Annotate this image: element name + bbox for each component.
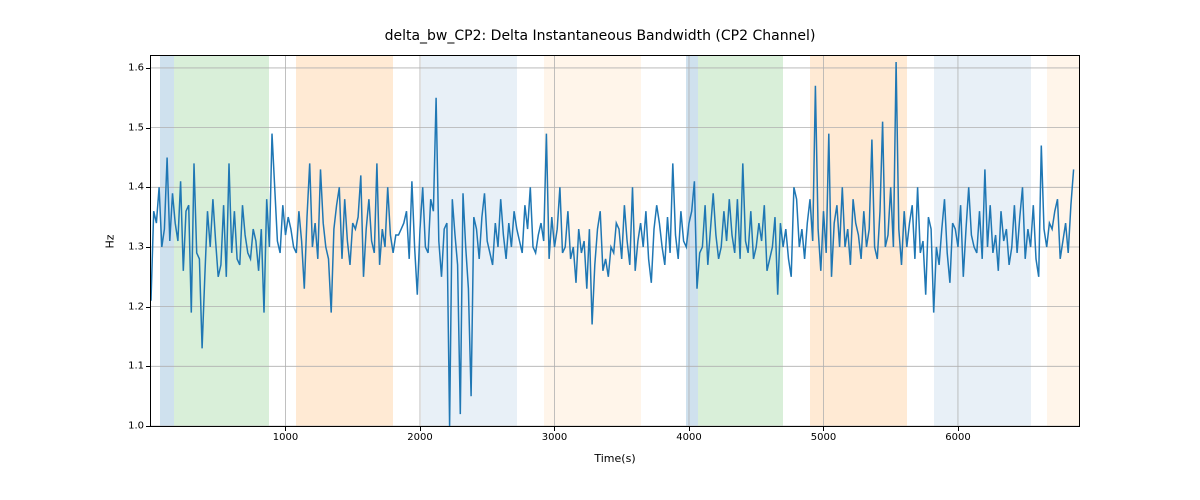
x-tick-label: 3000 — [542, 432, 567, 443]
y-tick-label: 1.2 — [104, 301, 144, 312]
plot-svg — [151, 56, 1079, 426]
y-tick-label: 1.3 — [104, 241, 144, 252]
x-tick-label: 1000 — [273, 432, 298, 443]
x-tick-label: 4000 — [676, 432, 701, 443]
y-tick-label: 1.6 — [104, 62, 144, 73]
y-tick-label: 1.1 — [104, 361, 144, 372]
y-tick-label: 1.0 — [104, 421, 144, 432]
y-tick-label: 1.5 — [104, 122, 144, 133]
chart-title: delta_bw_CP2: Delta Instantaneous Bandwi… — [0, 28, 1200, 44]
y-tick-label: 1.4 — [104, 182, 144, 193]
x-axis-label: Time(s) — [150, 452, 1080, 465]
data-series-line — [151, 62, 1074, 426]
figure: delta_bw_CP2: Delta Instantaneous Bandwi… — [0, 0, 1200, 500]
x-tick-label: 2000 — [407, 432, 432, 443]
x-tick-label: 6000 — [945, 432, 970, 443]
plot-area — [150, 55, 1080, 427]
x-tick-label: 5000 — [811, 432, 836, 443]
